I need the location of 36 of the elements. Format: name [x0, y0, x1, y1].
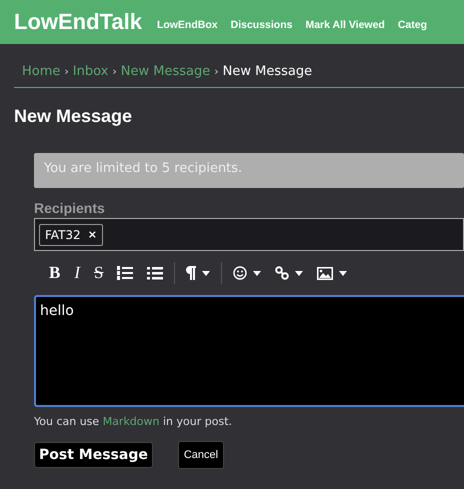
caret-icon: [295, 270, 304, 276]
nav-link[interactable]: Discussions: [230, 13, 292, 31]
markdown-hint: You can use Markdown in your post.: [34, 415, 234, 428]
recipients-label: Recipients: [34, 200, 106, 216]
bold-button[interactable]: B: [42, 261, 68, 285]
message-body-field[interactable]: hello: [34, 295, 464, 407]
breadcrumb: New Message: [222, 64, 312, 79]
site-logo[interactable]: LowEndTalk: [14, 9, 142, 35]
breadcrumb[interactable]: Home: [22, 64, 60, 79]
caret-icon: [339, 270, 348, 276]
notice-banner: You are limited to 5 recipients.: [34, 153, 464, 188]
breadcrumb-separator: ›: [112, 65, 117, 78]
link-icon: [275, 266, 290, 280]
strikethrough-button[interactable]: S: [87, 261, 110, 285]
bullet-list-icon: [147, 266, 164, 280]
recipient-name: FAT32: [45, 228, 81, 242]
breadcrumb-separator: ›: [64, 65, 69, 78]
breadcrumb[interactable]: New Message: [120, 64, 210, 79]
recipients-field[interactable]: FAT32 ×: [34, 218, 464, 251]
remove-token-button[interactable]: ×: [88, 228, 97, 241]
smiley-icon: [233, 266, 248, 280]
nav-link[interactable]: LowEndBox: [156, 13, 218, 31]
italic-button[interactable]: I: [67, 261, 88, 285]
caret-icon: [202, 270, 210, 276]
markdown-link[interactable]: Markdown: [102, 415, 160, 428]
ordered-list-icon: [117, 266, 134, 280]
nav-link[interactable]: Categ: [398, 13, 428, 31]
paragraph-icon: [186, 266, 196, 280]
page-title: New Message: [14, 106, 134, 127]
caret-icon: [253, 270, 262, 276]
nav-link[interactable]: Mark All Viewed: [305, 13, 385, 31]
image-icon: [317, 266, 334, 280]
post-message-button[interactable]: Post Message: [34, 442, 153, 468]
cancel-button[interactable]: Cancel: [178, 441, 224, 469]
breadcrumb[interactable]: Inbox: [72, 64, 108, 79]
breadcrumb-separator: ›: [214, 65, 219, 78]
